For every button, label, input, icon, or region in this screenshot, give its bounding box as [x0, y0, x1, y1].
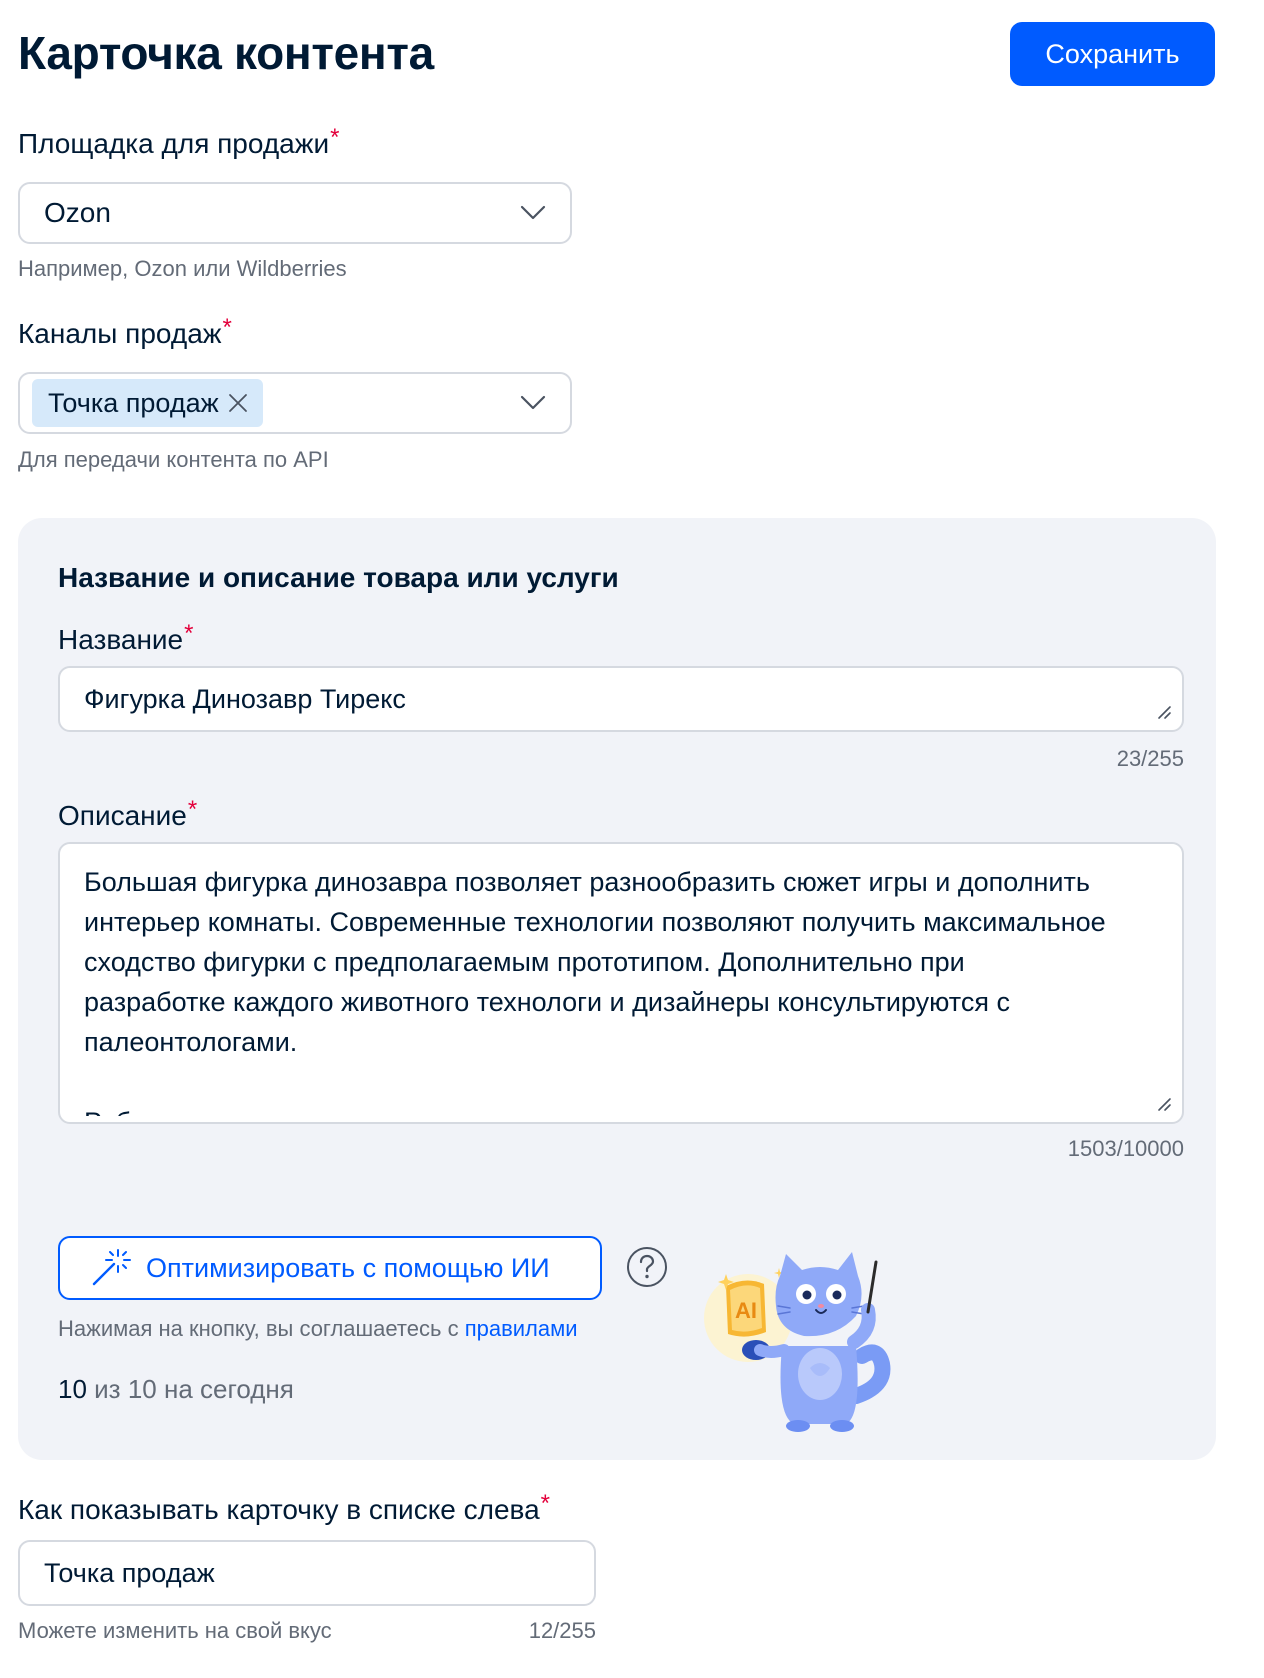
save-button[interactable]: Сохранить — [1010, 22, 1215, 86]
channels-select[interactable]: Точка продаж — [18, 372, 572, 434]
platform-label-text: Площадка для продажи — [18, 128, 330, 159]
platform-label: Площадка для продажи* — [18, 124, 339, 160]
rules-link[interactable]: правилами — [465, 1316, 578, 1341]
name-counter: 23/255 — [1116, 746, 1184, 771]
channel-chip: Точка продаж — [32, 379, 263, 427]
list-display-input-value: Точка продаж — [44, 1558, 215, 1588]
channels-hint: Для передачи контента по API — [18, 447, 329, 472]
list-display-hint: Можете изменить на свой вкус — [18, 1618, 332, 1643]
agreement-text: Нажимая на кнопку, вы соглашаетесь с пра… — [58, 1316, 578, 1342]
channels-label: Каналы продаж* — [18, 314, 232, 350]
content-card-page: Карточка контента Сохранить Площадка для… — [0, 0, 1264, 1678]
chevron-down-icon — [520, 205, 546, 220]
platform-select-value: Ozon — [44, 197, 111, 228]
agreement-prefix: Нажимая на кнопку, вы соглашаетесь с — [58, 1316, 465, 1341]
channels-label-text: Каналы продаж — [18, 318, 222, 349]
required-mark: * — [184, 620, 194, 647]
description-textarea[interactable]: Большая фигурка динозавра позволяет разн… — [58, 842, 1184, 1124]
name-label: Название* — [58, 620, 193, 656]
required-mark: * — [330, 124, 340, 151]
close-icon[interactable] — [227, 392, 249, 414]
help-icon[interactable] — [626, 1246, 668, 1288]
section-title: Название и описание товара или услуги — [58, 562, 619, 593]
name-label-text: Название — [58, 624, 184, 655]
platform-select[interactable]: Ozon — [18, 182, 572, 244]
description-counter: 1503/10000 — [1067, 1136, 1184, 1161]
description-text: Большая фигурка динозавра позволяет разн… — [84, 867, 1106, 1116]
name-input[interactable]: Фигурка Динозавр Тирекс — [58, 666, 1184, 732]
resize-handle-icon[interactable] — [1156, 704, 1172, 720]
name-input-value: Фигурка Динозавр Тирекс — [84, 684, 406, 714]
ai-optimize-label: Оптимизировать с помощью ИИ — [146, 1252, 550, 1283]
ai-quota: 10 из 10 на сегодня — [58, 1374, 294, 1405]
quota-rest: из 10 на сегодня — [86, 1374, 294, 1404]
magic-wand-icon — [92, 1249, 131, 1286]
list-display-label-text: Как показывать карточку в списке слева — [18, 1494, 540, 1525]
list-display-label: Как показывать карточку в списке слева* — [18, 1490, 550, 1526]
list-display-counter: 12/255 — [528, 1618, 596, 1643]
chevron-down-icon — [520, 395, 546, 410]
cat-mascot-illustration: AI — [704, 1252, 891, 1432]
platform-hint: Например, Ozon или Wildberries — [18, 256, 347, 281]
channel-chip-label: Точка продаж — [48, 387, 219, 418]
required-mark: * — [222, 314, 232, 341]
page-title: Карточка контента — [18, 27, 434, 79]
required-mark: * — [187, 796, 198, 823]
description-label: Описание* — [58, 796, 197, 832]
quota-used: 10 — [58, 1374, 87, 1404]
list-display-input[interactable]: Точка продаж — [18, 1540, 596, 1606]
ai-optimize-button[interactable]: Оптимизировать с помощью ИИ — [58, 1236, 602, 1300]
resize-handle-icon[interactable] — [1156, 1096, 1172, 1112]
mascot-ai-badge: AI — [735, 1298, 757, 1323]
product-info-panel: Название и описание товара или услуги На… — [18, 518, 1216, 1460]
description-label-text: Описание — [58, 800, 187, 831]
required-mark: * — [540, 1490, 550, 1517]
